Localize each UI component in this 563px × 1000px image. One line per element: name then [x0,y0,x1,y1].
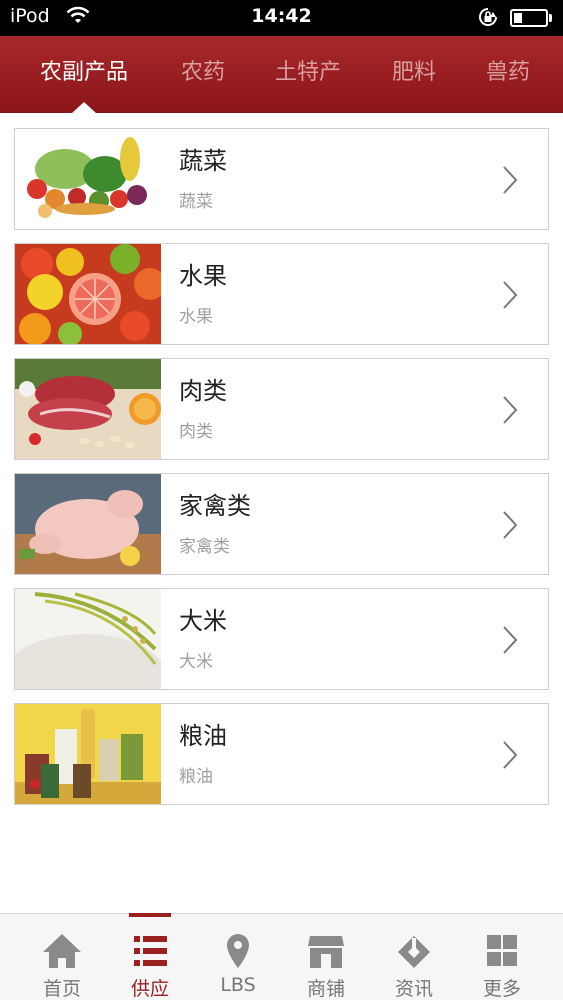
item-subtitle: 水果 [179,307,213,327]
tab-local-specialties[interactable]: 土特产 [262,36,354,113]
chevron-right-icon [503,741,518,769]
list-item-rice[interactable]: 大米 大米 [14,588,549,690]
tab-label: 兽药 [485,60,530,85]
rice-image [15,589,161,689]
nav-label: 首页 [42,978,81,1000]
list-item-meat[interactable]: 肉类 肉类 [14,358,549,460]
item-title: 大米 [179,607,227,635]
nav-shop[interactable]: 商铺 [282,914,370,1000]
location-pin-icon [227,934,249,968]
nav-home[interactable]: 首页 [18,914,106,1000]
item-title: 肉类 [179,377,227,405]
item-subtitle: 肉类 [179,422,213,442]
grid-icon [487,935,517,966]
list-icon [134,936,167,966]
grain-oil-image [15,704,161,804]
chevron-right-icon [503,396,518,424]
nav-label: 更多 [482,978,521,1000]
battery-tip [549,14,552,22]
nav-label: 资讯 [394,978,433,1000]
tab-pesticides[interactable]: 农药 [166,36,240,113]
item-title: 水果 [179,262,227,290]
shop-icon [308,936,344,968]
tab-label: 土特产 [274,60,341,85]
list-item-fruits[interactable]: 水果 水果 [14,243,549,345]
nav-label: 供应 [130,978,169,1000]
tab-label: 农药 [180,60,225,85]
item-subtitle: 家禽类 [179,537,230,557]
rotation-lock-icon [479,8,497,26]
chevron-right-icon [503,166,518,194]
news-icon [398,936,430,968]
list-item-vegetables[interactable]: 蔬菜 蔬菜 [14,128,549,230]
tab-agricultural-products[interactable]: 农副产品 [14,36,154,113]
nav-more[interactable]: 更多 [458,914,546,1000]
meat-image [15,359,161,459]
list-item-grain-oil[interactable]: 粮油 粮油 [14,703,549,805]
nav-lbs[interactable]: LBS [194,914,282,1000]
fruits-image [15,244,161,344]
bottom-navigation: 首页 供应 LBS 商铺 资讯 更多 [0,913,563,1000]
item-subtitle: 蔬菜 [179,192,213,212]
item-title: 蔬菜 [179,147,227,175]
chevron-right-icon [503,626,518,654]
tab-label: 肥料 [391,60,436,85]
category-tab-bar: 农副产品 农药 土特产 肥料 兽药 [0,36,563,113]
item-title: 粮油 [179,722,227,750]
nav-supply[interactable]: 供应 [106,914,194,1000]
tab-veterinary-drugs[interactable]: 兽药 [472,36,544,113]
chevron-right-icon [503,281,518,309]
chevron-right-icon [503,511,518,539]
nav-news[interactable]: 资讯 [370,914,458,1000]
list-item-poultry[interactable]: 家禽类 家禽类 [14,473,549,575]
poultry-image [15,474,161,574]
home-icon [43,934,81,968]
nav-label: LBS [220,974,256,996]
item-subtitle: 粮油 [179,767,213,787]
active-tab-indicator [72,102,96,113]
tab-label: 农副产品 [39,60,128,85]
battery-icon [510,9,548,27]
item-subtitle: 大米 [179,652,213,672]
vegetables-image [15,129,161,229]
nav-label: 商铺 [306,978,345,1000]
item-title: 家禽类 [179,492,251,520]
status-bar: iPod 14:42 [0,0,563,36]
category-list: 蔬菜 蔬菜 水果 水果 肉类 肉类 家禽类 家禽类 大米 大米 粮油 粮油 [14,128,549,818]
tab-fertilizers[interactable]: 肥料 [378,36,450,113]
